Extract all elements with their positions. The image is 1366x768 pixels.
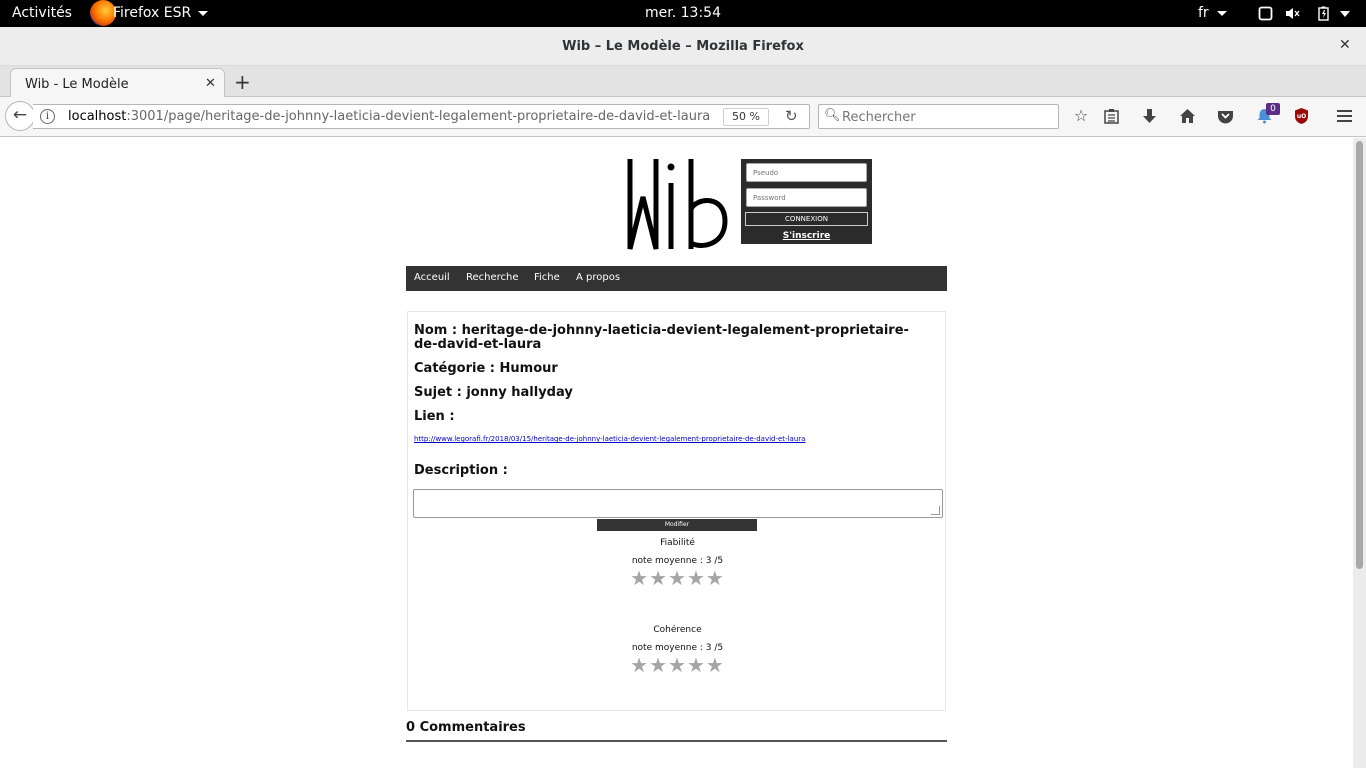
page-scrollbar-thumb[interactable] — [1356, 141, 1363, 569]
hamburger-menu-icon[interactable] — [1336, 108, 1353, 124]
rating-label-fiabilite: Fiabilité — [660, 538, 695, 548]
item-link[interactable]: http://www.legorafi.fr/2018/03/15/herita… — [414, 435, 805, 443]
nav-item-acceuil[interactable]: Acceuil — [414, 272, 450, 283]
connexion-button[interactable]: CONNEXION — [745, 212, 868, 226]
description-textarea[interactable] — [413, 489, 943, 518]
system-menu-caret-icon[interactable] — [1339, 9, 1351, 19]
nav-item-recherche[interactable]: Recherche — [466, 272, 519, 283]
rating-average-coherence: note moyenne : 3 /5 — [631, 643, 724, 653]
page-viewport: CONNEXION S'inscrire Acceuil Recherche F… — [0, 138, 1366, 768]
battery-icon[interactable] — [1316, 6, 1331, 21]
language-caret-icon — [1217, 11, 1227, 16]
url-bar[interactable]: i localhost:3001/page/heritage-de-johnny… — [33, 104, 810, 129]
search-bar[interactable]: 🔍︎ — [818, 104, 1059, 129]
gnome-top-bar: Activités Firefox ESR mer. 13:54 fr — [0, 0, 1366, 27]
rating-average-fiabilite: note moyenne : 3 /5 — [631, 556, 724, 566]
zoom-indicator[interactable]: 50 % — [723, 108, 769, 126]
ublock-origin-icon[interactable]: uO — [1293, 107, 1310, 125]
pocket-icon[interactable] — [1217, 108, 1234, 124]
modifier-button[interactable]: Modifier — [597, 519, 757, 531]
signup-link[interactable]: S'inscrire — [741, 231, 872, 241]
window-titlebar: Wib – Le Modèle – Mozilla Firefox ✕ — [0, 27, 1366, 66]
tab-strip: Wib - Le Modèle ✕ + — [0, 66, 1366, 98]
comments-divider — [406, 740, 947, 742]
rating-label-coherence: Cohérence — [653, 625, 702, 635]
svg-text:uO: uO — [1297, 113, 1306, 120]
window-title: Wib – Le Modèle – Mozilla Firefox — [562, 39, 804, 54]
reading-list-icon[interactable] — [1103, 108, 1120, 124]
wib-logo[interactable] — [625, 157, 731, 253]
item-categorie: Catégorie : Humour — [414, 361, 558, 376]
home-icon[interactable] — [1179, 108, 1196, 124]
volume-muted-icon[interactable] — [1285, 6, 1300, 21]
screen-icon[interactable] — [1258, 6, 1273, 21]
site-info-icon[interactable]: i — [40, 109, 55, 124]
tab-title: Wib - Le Modèle — [25, 77, 129, 92]
nav-item-fiche[interactable]: Fiche — [534, 272, 560, 283]
comments-heading: 0 Commentaires — [406, 720, 526, 735]
site-navigation: Acceuil Recherche Fiche A propos — [406, 266, 947, 291]
item-nom: Nom : heritage-de-johnny-laeticia-devien… — [414, 323, 909, 352]
pseudo-input[interactable] — [746, 163, 867, 182]
search-icon: 🔍︎ — [824, 108, 841, 123]
url-text[interactable]: localhost:3001/page/heritage-de-johnny-l… — [68, 109, 713, 124]
tab-close-icon[interactable]: ✕ — [205, 76, 216, 91]
clock[interactable]: mer. 13:54 — [0, 5, 1366, 21]
item-sujet: Sujet : jonny hallyday — [414, 385, 573, 400]
star-rating-coherence[interactable]: ★★★★★ — [408, 653, 947, 677]
tab-active[interactable]: Wib - Le Modèle ✕ — [10, 68, 225, 98]
bookmark-star-icon[interactable]: ☆ — [1071, 106, 1091, 125]
window-close-icon[interactable]: ✕ — [1339, 37, 1351, 53]
new-tab-icon[interactable]: + — [234, 70, 251, 94]
search-input[interactable] — [842, 108, 1052, 126]
item-card: Nom : heritage-de-johnny-laeticia-devien… — [407, 311, 946, 711]
language-indicator[interactable]: fr — [1198, 5, 1209, 21]
back-arrow-icon[interactable]: ← — [5, 101, 35, 131]
star-rating-fiabilite[interactable]: ★★★★★ — [408, 566, 947, 590]
password-input[interactable] — [746, 188, 867, 207]
extension-badge: 0 — [1266, 103, 1280, 115]
nav-item-a-propos[interactable]: A propos — [576, 272, 620, 283]
navigation-toolbar: ← i localhost:3001/page/heritage-de-john… — [0, 97, 1366, 137]
description-label: Description : — [414, 463, 508, 478]
resize-grip-icon[interactable] — [931, 506, 940, 515]
login-box: CONNEXION S'inscrire — [741, 159, 872, 244]
item-lien-label: Lien : — [414, 409, 455, 424]
download-icon[interactable] — [1141, 108, 1158, 124]
reload-icon[interactable]: ↻ — [785, 107, 798, 125]
